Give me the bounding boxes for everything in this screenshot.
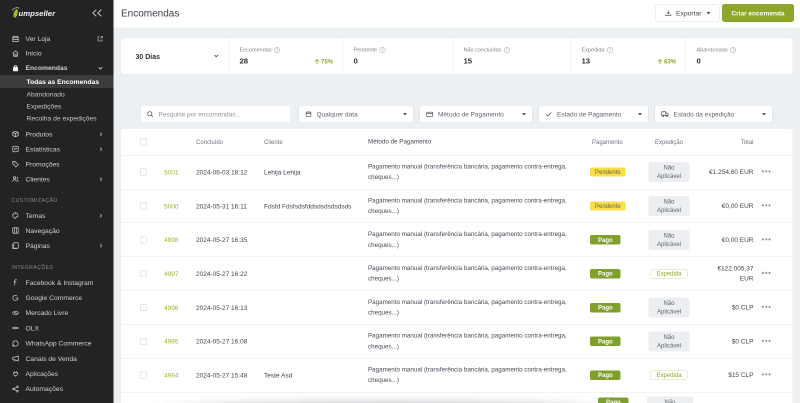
svg-text:umpseller: umpseller (19, 9, 57, 18)
